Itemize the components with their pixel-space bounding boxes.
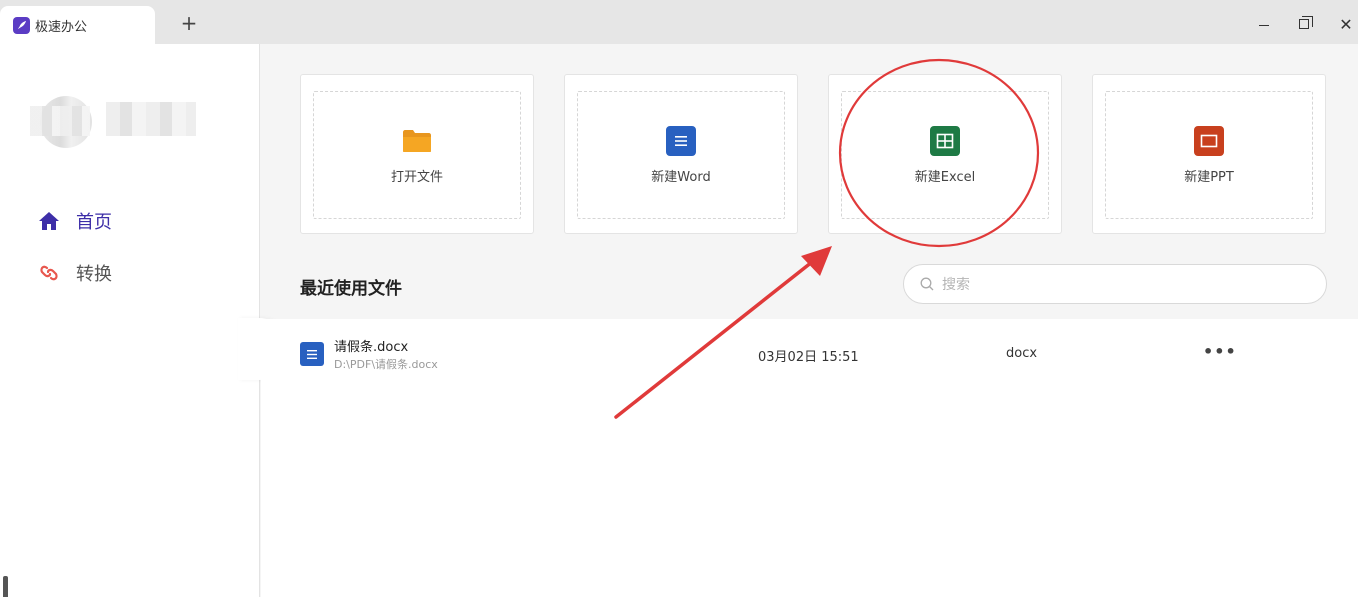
pointer-arrow-head [801,246,832,276]
card-dropzone: 新建Excel [841,91,1049,219]
card-dropzone: 新建PPT [1105,91,1313,219]
sidebar-item-home[interactable]: 首页 [38,207,112,235]
file-date: 03月02日 15:51 [758,350,859,365]
sidebar-item-label: 首页 [76,212,112,233]
file-type: docx [1006,346,1038,361]
card-label: 新建Word [651,169,711,185]
card-label: 打开文件 [390,169,443,185]
minimize-icon [1259,24,1269,26]
scrollbar-handle[interactable] [3,576,8,597]
minimize-button[interactable] [1252,12,1276,36]
search-placeholder: 搜索 [942,277,970,293]
file-path: D:\PDF\请假条.docx [334,358,438,371]
link-icon [38,262,60,284]
word-icon [666,125,696,156]
more-options-icon[interactable]: ••• [1203,342,1237,361]
rocket-icon [13,16,30,34]
new-word-card[interactable]: 新建Word [564,74,798,234]
close-button[interactable]: ✕ [1334,12,1358,36]
title-bar: 极速办公 + ✕ [0,0,1358,44]
new-ppt-card[interactable]: 新建PPT [1092,74,1326,234]
new-tab-button[interactable]: + [178,12,200,34]
restore-button[interactable] [1292,12,1316,36]
sidebar-item-convert[interactable]: 转换 [38,259,112,287]
search-icon [920,277,934,291]
restore-icon [1299,16,1313,29]
sidebar-item-label: 转换 [76,264,112,285]
new-excel-card[interactable]: 新建Excel [828,74,1062,234]
card-dropzone: 打开文件 [313,91,521,219]
avatar-blur [30,106,90,136]
table-row[interactable]: 请假条.docx D:\PDF\请假条.docx 03月02日 15:51 do… [300,334,1300,374]
app-tab[interactable]: 极速办公 [0,6,155,44]
card-label: 新建Excel [914,169,976,185]
home-icon [38,210,60,232]
search-input[interactable]: 搜索 [903,264,1327,304]
open-file-card[interactable]: 打开文件 [300,74,534,234]
card-dropzone: 新建Word [577,91,785,219]
username-blurred [106,102,196,136]
tab-title: 极速办公 [35,19,88,35]
card-label: 新建PPT [1184,169,1234,185]
excel-icon [930,125,960,156]
recent-files-title: 最近使用文件 [300,279,402,299]
ppt-icon [1194,125,1224,156]
folder-icon [402,126,432,156]
file-name[interactable]: 请假条.docx [334,336,408,355]
docx-file-icon [300,342,324,366]
sidebar: 首页 转换 [0,44,260,597]
